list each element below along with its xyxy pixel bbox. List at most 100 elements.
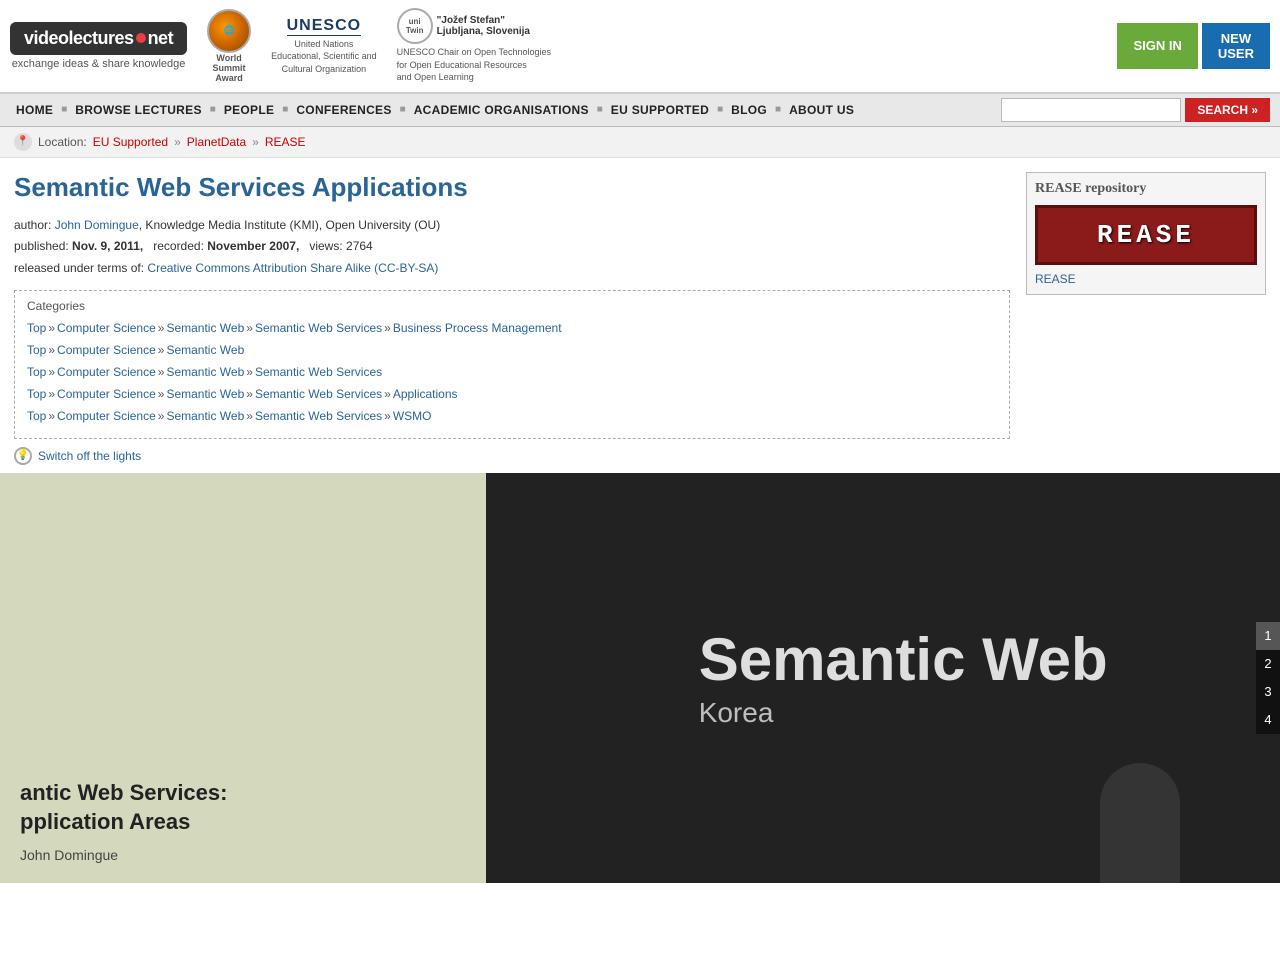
author-link[interactable]: John Domingue (55, 218, 139, 232)
slide-author: John Domingue (20, 847, 466, 863)
cat-sw-3[interactable]: Semantic Web (166, 365, 244, 379)
categories-box: Categories Top»Computer Science»Semantic… (14, 290, 1010, 439)
category-row-1: Top»Computer Science»Semantic Web»Semant… (27, 319, 997, 338)
video-big-text: Semantic Web (699, 627, 1108, 693)
slide-title-text: antic Web Services:pplication Areas (20, 779, 466, 836)
nav-bar: HOME ■ BROWSE LECTURES ■ PEOPLE ■ CONFER… (0, 94, 1280, 127)
switch-lights-link[interactable]: Switch off the lights (38, 449, 141, 463)
logo-text: videolectures (24, 28, 134, 49)
cat-sw-1[interactable]: Semantic Web (166, 321, 244, 335)
cat-top-2[interactable]: Top (27, 343, 46, 357)
video-track-1[interactable]: 1 (1256, 622, 1280, 650)
published-label: published: (14, 239, 72, 253)
license-link[interactable]: Creative Commons Attribution Share Alike… (147, 261, 438, 275)
breadcrumb-prefix: Location: (38, 135, 87, 149)
cat-sws-5[interactable]: Semantic Web Services (255, 409, 382, 423)
cat-sws-3[interactable]: Semantic Web Services (255, 365, 382, 379)
cat-top-1[interactable]: Top (27, 321, 46, 335)
recorded-date: November 2007, (207, 239, 299, 253)
recorded-label: recorded: (153, 239, 207, 253)
cat-cs-1[interactable]: Computer Science (57, 321, 156, 335)
unitwin-desc: UNESCO Chair on Open Technologiesfor Ope… (397, 46, 551, 84)
breadcrumb-arrow-1: » (174, 135, 181, 149)
search-input[interactable] (1001, 98, 1181, 122)
nav-browse[interactable]: BROWSE LECTURES (69, 95, 208, 125)
category-row-2: Top»Computer Science»Semantic Web (27, 341, 997, 360)
cat-top-5[interactable]: Top (27, 409, 46, 423)
breadcrumb-rease[interactable]: REASE (265, 135, 306, 149)
nav-sep-7: ■ (773, 104, 783, 115)
category-row-4: Top»Computer Science»Semantic Web»Semant… (27, 385, 997, 404)
nav-sep-4: ■ (398, 104, 408, 115)
nav-links: HOME ■ BROWSE LECTURES ■ PEOPLE ■ CONFER… (10, 95, 1001, 125)
video-track-2[interactable]: 2 (1256, 650, 1280, 678)
nav-sep-1: ■ (59, 104, 69, 115)
breadcrumb-planetdata[interactable]: PlanetData (187, 135, 246, 149)
released-label: released under terms of: (14, 261, 147, 275)
author-label: author: (14, 218, 55, 232)
video-area: antic Web Services:pplication Areas John… (0, 473, 1280, 883)
logo-dot (136, 33, 146, 43)
cat-sw-5[interactable]: Semantic Web (166, 409, 244, 423)
video-track-3[interactable]: 3 (1256, 678, 1280, 706)
cat-cs-2[interactable]: Computer Science (57, 343, 156, 357)
nav-sep-3: ■ (280, 104, 290, 115)
video-slide-panel: antic Web Services:pplication Areas John… (0, 473, 486, 883)
rease-box: REASE repository REASE REASE (1026, 172, 1266, 295)
award-text: WorldSummitAward (213, 53, 246, 83)
page-header: videolectures net exchange ideas & share… (0, 0, 1280, 94)
unitwin-area: uniTwin "Jožef Stefan"Ljubljana, Sloveni… (397, 8, 551, 84)
cat-bpm-1[interactable]: Business Process Management (393, 321, 562, 335)
site-logo: videolectures net (10, 22, 187, 55)
video-speaker-panel: Semantic Web Korea (486, 473, 1280, 883)
cat-top-3[interactable]: Top (27, 365, 46, 379)
header-buttons: SIGN IN NEWUSER (1117, 23, 1270, 69)
breadcrumb-arrow-2: » (252, 135, 259, 149)
sidebar: REASE repository REASE REASE (1026, 172, 1266, 439)
cat-cs-5[interactable]: Computer Science (57, 409, 156, 423)
lecture-title: Semantic Web Services Applications (14, 172, 1010, 203)
unesco-area: UNESCO United NationsEducational, Scient… (271, 17, 377, 76)
cat-sw-4[interactable]: Semantic Web (166, 387, 244, 401)
video-korea-text: Korea (699, 697, 774, 729)
logo-tagline: exchange ideas & share knowledge (12, 58, 186, 70)
newuser-button[interactable]: NEWUSER (1202, 23, 1270, 69)
nav-home[interactable]: HOME (10, 95, 59, 125)
location-icon: 📍 (14, 133, 32, 151)
video-track-numbers: 1 2 3 4 (1256, 622, 1280, 734)
category-row-3: Top»Computer Science»Semantic Web»Semant… (27, 363, 997, 382)
author-affiliation: , Knowledge Media Institute (KMI), Open … (139, 218, 440, 232)
categories-title: Categories (27, 299, 997, 313)
views-label: views: (309, 239, 346, 253)
nav-sep-2: ■ (208, 104, 218, 115)
content-left: Semantic Web Services Applications autho… (14, 172, 1010, 439)
cat-cs-3[interactable]: Computer Science (57, 365, 156, 379)
unitwin-name: "Jožef Stefan"Ljubljana, Slovenija (437, 15, 530, 37)
nav-academic[interactable]: ACADEMIC ORGANISATIONS (408, 95, 595, 125)
cat-sws-1[interactable]: Semantic Web Services (255, 321, 382, 335)
cat-top-4[interactable]: Top (27, 387, 46, 401)
cat-cs-4[interactable]: Computer Science (57, 387, 156, 401)
cat-sws-4[interactable]: Semantic Web Services (255, 387, 382, 401)
breadcrumb-eu-supported[interactable]: EU Supported (93, 135, 168, 149)
cat-wsmo-5[interactable]: WSMO (393, 409, 432, 423)
nav-people[interactable]: PEOPLE (218, 95, 280, 125)
unitwin-logo-icon: uniTwin (397, 8, 433, 44)
rease-logo: REASE (1035, 205, 1257, 265)
views-count: 2764 (346, 239, 373, 253)
rease-link[interactable]: REASE (1035, 272, 1076, 286)
switch-lights-bar: 💡 Switch off the lights (0, 439, 1280, 473)
nav-about[interactable]: ABOUT US (783, 95, 860, 125)
search-area: SEARCH » (1001, 94, 1270, 126)
nav-conferences[interactable]: CONFERENCES (290, 95, 397, 125)
nav-blog[interactable]: BLOG (725, 95, 773, 125)
logo-suffix: net (148, 28, 174, 49)
cat-apps-4[interactable]: Applications (393, 387, 458, 401)
search-button[interactable]: SEARCH » (1185, 98, 1270, 122)
lecture-meta: author: John Domingue, Knowledge Media I… (14, 215, 1010, 280)
video-track-4[interactable]: 4 (1256, 706, 1280, 734)
cat-sw-2[interactable]: Semantic Web (166, 343, 244, 357)
nav-eu[interactable]: EU SUPPORTED (605, 95, 715, 125)
signin-button[interactable]: SIGN IN (1117, 23, 1197, 69)
logo-area: videolectures net exchange ideas & share… (10, 22, 187, 70)
